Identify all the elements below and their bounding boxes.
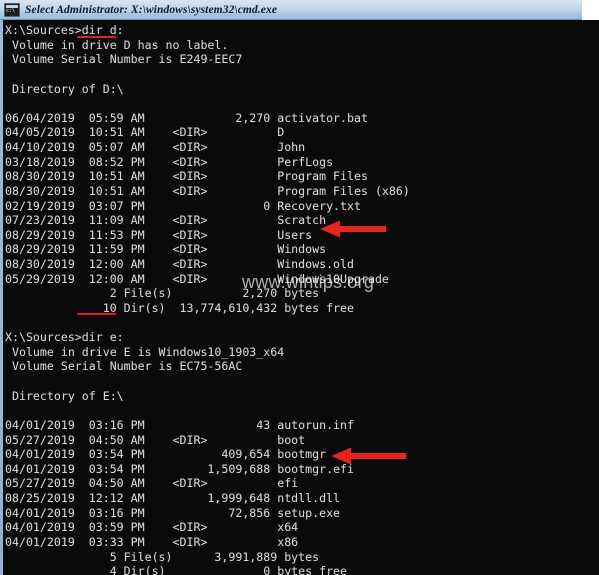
site-watermark: www.wintips.org bbox=[242, 272, 375, 292]
command-underline-dir-e bbox=[77, 313, 116, 315]
arrow-annotation-windows bbox=[320, 220, 386, 238]
console-output: X:\Sources>dir d: Volume in drive D has … bbox=[5, 23, 410, 575]
titlebar-right-fill bbox=[582, 0, 599, 20]
command-underline-dir-d bbox=[77, 36, 116, 38]
cmd-icon bbox=[4, 2, 20, 17]
window-title: Select Administrator: X:\windows\system3… bbox=[25, 3, 278, 16]
title-bar[interactable]: Select Administrator: X:\windows\system3… bbox=[0, 0, 582, 20]
cmd-window: Select Administrator: X:\windows\system3… bbox=[0, 0, 599, 575]
arrow-annotation-ntdll bbox=[331, 447, 406, 465]
console-surface[interactable]: X:\Sources>dir d: Volume in drive D has … bbox=[3, 21, 599, 575]
